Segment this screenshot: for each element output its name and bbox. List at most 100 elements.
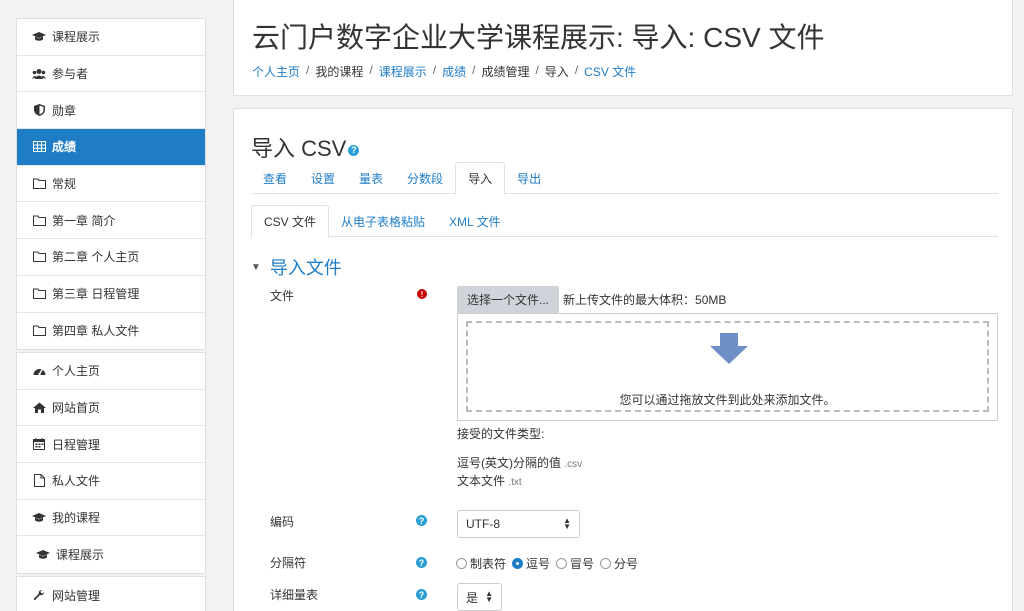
radio-button[interactable] — [600, 558, 612, 569]
file-picker: 选择一个文件... 新上传文件的最大体积：50MB — [457, 286, 726, 313]
help-icon[interactable]: ? — [416, 515, 427, 526]
drop-instructions: 您可以通过拖放文件到此处来添加文件。 — [619, 393, 836, 407]
sidebar-item-label: 私人文件 — [52, 474, 101, 489]
radio-semicolon[interactable]: 分号 — [600, 555, 638, 572]
sidebar-item-label: 课程展示 — [56, 548, 105, 563]
radio-tab[interactable]: 制表符 — [456, 555, 506, 572]
sidebar-item-private-files[interactable]: 私人文件 — [17, 463, 205, 500]
sidebar-item-chapter-4[interactable]: 第四章 私人文件 — [17, 313, 205, 350]
sidebar-item-site-home[interactable]: 网站首页 — [17, 390, 205, 427]
table-icon — [32, 140, 46, 154]
breadcrumb-separator: / — [472, 63, 476, 77]
sidebar-item-label: 第二章 个人主页 — [52, 250, 140, 265]
breadcrumb: 个人主页 / 我的课程 / 课程展示 / 成绩 / 成绩管理 / 导入 / CS… — [252, 63, 636, 80]
verbose-scales-select[interactable]: 是 ▲ ▼ — [457, 583, 502, 611]
sidebar-item-course-showcase[interactable]: 课程展示 — [17, 19, 205, 56]
shield-icon — [32, 103, 46, 117]
sidebar-item-grades[interactable]: 成绩 — [17, 129, 205, 166]
subtab-paste-spreadsheet[interactable]: 从电子表格粘贴 — [329, 205, 437, 237]
sidebar-item-label: 第一章 简介 — [52, 213, 116, 228]
file-type-item: 逗号(英文)分隔的值 .csv — [457, 455, 582, 473]
breadcrumb-separator: / — [306, 63, 310, 77]
sidebar-item-label: 我的课程 — [52, 511, 101, 526]
import-subtabs: CSV 文件 从电子表格粘贴 XML 文件 — [251, 205, 998, 238]
verbose-value: 是 — [466, 590, 479, 605]
encoding-value: UTF-8 — [466, 517, 500, 531]
sidebar-item-label: 第四章 私人文件 — [52, 324, 140, 339]
sidebar-item-chapter-1[interactable]: 第一章 简介 — [17, 202, 205, 240]
subtab-csv-file[interactable]: CSV 文件 — [251, 205, 330, 238]
sidebar-item-my-courses[interactable]: 我的课程 — [17, 500, 205, 537]
tab-import[interactable]: 导入 — [455, 162, 506, 195]
radio-button[interactable] — [456, 558, 467, 569]
radio-button[interactable] — [512, 558, 524, 569]
breadcrumb-my-courses: 我的课程 — [315, 65, 364, 79]
tab-scales[interactable]: 量表 — [347, 162, 395, 194]
verbose-scales-label: 详细量表 — [270, 588, 319, 602]
fieldset-toggle[interactable]: ▼ 导入文件 — [251, 254, 342, 280]
sidebar-item-label: 常规 — [52, 177, 77, 192]
radio-label: 制表符 — [470, 557, 507, 571]
encoding-select[interactable]: UTF-8 ▲ ▼ — [457, 510, 580, 538]
folder-icon — [32, 177, 46, 191]
tab-export[interactable]: 导出 — [505, 162, 553, 194]
admin-nav: 网站管理 — [16, 576, 206, 611]
radio-label: 逗号 — [526, 557, 551, 571]
breadcrumb-grades[interactable]: 成绩 — [442, 63, 466, 80]
accepted-types-label: 接受的文件类型: — [457, 427, 545, 441]
separator-label: 分隔符 — [270, 556, 307, 570]
file-type-name: 逗号(英文)分隔的值 — [457, 456, 561, 470]
home-icon — [32, 401, 46, 415]
tab-setup[interactable]: 设置 — [299, 162, 347, 194]
file-drop-area[interactable]: 您可以通过拖放文件到此处来添加文件。 — [457, 313, 998, 421]
radio-colon[interactable]: 冒号 — [556, 555, 594, 572]
dropzone[interactable]: 您可以通过拖放文件到此处来添加文件。 — [466, 321, 989, 412]
sidebar-item-badges[interactable]: 勋章 — [17, 92, 205, 130]
section-heading-text: 导入 CSV — [251, 136, 347, 161]
sidebar-item-label: 成绩 — [52, 140, 77, 155]
breadcrumb-import: 导入 — [544, 65, 569, 79]
folder-icon — [32, 324, 46, 338]
breadcrumb-course[interactable]: 课程展示 — [379, 63, 427, 80]
sidebar-item-chapter-2[interactable]: 第二章 个人主页 — [17, 239, 205, 276]
file-type-ext: .txt — [508, 477, 522, 488]
subtab-xml-file[interactable]: XML 文件 — [437, 205, 513, 237]
required-icon: ! — [417, 289, 427, 299]
sidebar-item-label: 个人主页 — [52, 364, 101, 379]
wrench-icon — [32, 588, 46, 602]
file-type-name: 文本文件 — [457, 474, 506, 488]
sidebar-item-label: 课程展示 — [52, 30, 101, 45]
help-icon[interactable]: ? — [416, 557, 427, 568]
breadcrumb-dashboard[interactable]: 个人主页 — [252, 63, 300, 80]
tab-letters[interactable]: 分数段 — [395, 162, 455, 194]
tab-view[interactable]: 查看 — [251, 162, 299, 194]
accepted-types-list: 逗号(英文)分隔的值 .csv 文本文件 .txt — [457, 455, 582, 491]
sidebar-item-site-admin[interactable]: 网站管理 — [17, 577, 205, 611]
main-content: 导入 CSV ? 查看 设置 量表 分数段 导入 导出 CSV 文件 从电子表格… — [233, 108, 1013, 611]
choose-file-button[interactable]: 选择一个文件... — [457, 286, 560, 313]
select-arrows-icon: ▲ ▼ — [485, 589, 493, 604]
radio-button[interactable] — [556, 558, 568, 569]
sidebar-item-label: 勋章 — [52, 103, 77, 118]
graduation-cap-icon — [36, 548, 50, 562]
caret-down-icon: ▼ — [251, 261, 261, 273]
sidebar-item-course-showcase-sub[interactable]: 课程展示 — [17, 536, 205, 573]
dashboard-icon — [32, 364, 46, 378]
sidebar-item-dashboard[interactable]: 个人主页 — [17, 353, 205, 390]
sidebar-item-participants[interactable]: 参与者 — [17, 56, 205, 93]
sidebar-item-general[interactable]: 常规 — [17, 166, 205, 203]
radio-comma[interactable]: 逗号 — [512, 555, 550, 572]
help-icon[interactable]: ? — [416, 589, 427, 600]
sidebar-item-chapter-3[interactable]: 第三章 日程管理 — [17, 276, 205, 313]
file-label: 文件 — [270, 289, 295, 303]
file-type-ext: .csv — [564, 459, 583, 470]
breadcrumb-separator: / — [369, 63, 373, 77]
select-arrows-icon: ▲ ▼ — [563, 516, 571, 531]
site-nav: 个人主页 网站首页 日程管理 私人文件 我的课程 课程展示 — [16, 352, 206, 575]
help-icon[interactable]: ? — [348, 144, 360, 156]
breadcrumb-csv-file[interactable]: CSV 文件 — [584, 63, 636, 80]
sidebar-item-label: 参与者 — [52, 67, 89, 82]
sidebar-item-calendar[interactable]: 日程管理 — [17, 426, 205, 464]
radio-label: 分号 — [614, 557, 639, 571]
breadcrumb-grade-admin: 成绩管理 — [481, 65, 530, 79]
